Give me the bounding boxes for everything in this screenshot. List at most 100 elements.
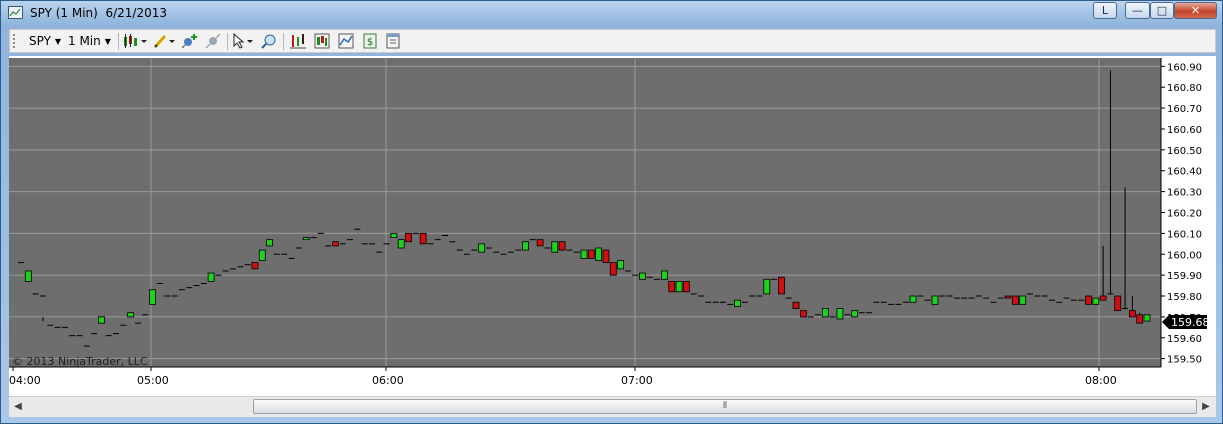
candle-body xyxy=(1004,295,1012,299)
candle-body xyxy=(522,241,529,251)
candle xyxy=(661,270,668,280)
scroll-left-arrow-icon[interactable]: ◀ xyxy=(11,400,25,414)
properties-icon[interactable] xyxy=(385,33,401,49)
toolbar-grip[interactable] xyxy=(13,34,15,48)
candle-body xyxy=(909,295,917,303)
chart-canvas[interactable]: 160.90 160.80 160.70 160.60 160.50 160.40 160.… xyxy=(9,56,1216,396)
candle xyxy=(266,239,273,247)
candle xyxy=(836,308,844,320)
candle xyxy=(909,295,917,303)
candle-body xyxy=(405,232,412,243)
candle xyxy=(536,239,544,247)
pencil-drawing-icon[interactable] xyxy=(153,33,177,49)
bar-chart-icon[interactable] xyxy=(290,33,306,49)
candle-body xyxy=(266,239,273,247)
candle-body xyxy=(1019,295,1027,305)
indicators-icon[interactable] xyxy=(338,33,354,49)
candle-body xyxy=(851,310,858,318)
link-button[interactable]: L xyxy=(1093,2,1117,19)
candle xyxy=(1011,295,1019,305)
candle-body xyxy=(149,289,157,305)
toolbar-separator xyxy=(227,33,228,50)
candle xyxy=(332,241,339,247)
chart-app-icon xyxy=(8,6,23,19)
y-tick-label: 160.80 xyxy=(1167,83,1202,94)
instrument-label: SPY xyxy=(29,34,51,48)
candle-body xyxy=(1011,295,1019,305)
pin-disabled-icon[interactable] xyxy=(205,33,221,49)
candle xyxy=(580,249,588,259)
candle xyxy=(778,276,785,295)
scroll-right-arrow-icon[interactable]: ▶ xyxy=(1199,400,1213,414)
candle xyxy=(668,280,676,293)
candle-body xyxy=(792,301,800,309)
price-chart[interactable]: 160.90 160.80 160.70 160.60 160.50 160.40 160.… xyxy=(9,56,1216,396)
candle-body xyxy=(587,249,595,259)
scroll-thumb[interactable]: ⦀ xyxy=(253,399,1197,414)
pointer-cursor-icon[interactable] xyxy=(232,32,256,49)
candle-body xyxy=(1143,314,1151,322)
title-bar[interactable]: SPY (1 Min) 6/21/2013 L — □ ✕ xyxy=(1,1,1222,25)
y-tick-label: 159.50 xyxy=(1167,355,1202,366)
candle-body xyxy=(661,270,668,280)
candle xyxy=(207,272,215,282)
candle-body xyxy=(1092,297,1100,305)
candle-body xyxy=(609,262,617,276)
candle xyxy=(734,299,741,307)
candle xyxy=(763,278,771,295)
candle xyxy=(602,249,610,264)
candle xyxy=(98,316,105,324)
y-tick-label: 159.60 xyxy=(1167,334,1202,345)
strategies-icon[interactable]: $ xyxy=(362,33,378,49)
candle-body xyxy=(251,262,259,270)
candle xyxy=(682,280,690,293)
candle xyxy=(675,280,683,293)
close-button[interactable]: ✕ xyxy=(1174,2,1217,19)
candle xyxy=(522,241,529,251)
candle xyxy=(1019,295,1027,305)
candle-body xyxy=(258,249,266,261)
y-tick-label: 160.20 xyxy=(1167,209,1202,220)
candle-body xyxy=(302,237,310,241)
maximize-button[interactable]: □ xyxy=(1150,2,1174,19)
candle-body xyxy=(763,278,771,295)
candle-body xyxy=(682,280,690,293)
toolbar-separator xyxy=(283,33,284,50)
candle xyxy=(931,295,939,305)
candle-body xyxy=(602,249,610,264)
candle xyxy=(609,262,617,276)
candle xyxy=(302,237,310,241)
candle-body xyxy=(595,247,603,261)
minimize-button[interactable]: — xyxy=(1125,2,1150,19)
y-tick-label: 159.90 xyxy=(1167,271,1202,282)
candle xyxy=(639,272,646,280)
y-tick-label: 160.30 xyxy=(1167,188,1202,199)
candle-body xyxy=(931,295,939,305)
candle-body xyxy=(478,243,486,253)
interval-dropdown[interactable]: 1 Min ▼ xyxy=(68,33,111,50)
horizontal-scrollbar[interactable]: ◀ ⦀ ▶ xyxy=(9,396,1216,417)
candle xyxy=(390,232,398,238)
candle xyxy=(595,247,603,261)
candle-body xyxy=(821,308,829,318)
candle-body xyxy=(639,272,646,280)
interval-label: 1 Min xyxy=(68,34,101,48)
last-price-marker: 159.68 xyxy=(1162,315,1210,329)
candle-body xyxy=(397,239,405,249)
candle xyxy=(792,301,800,309)
x-tick-label: 04:00 xyxy=(9,374,41,387)
zoom-icon[interactable] xyxy=(261,33,277,49)
toolbar-separator xyxy=(118,33,119,50)
instrument-dropdown[interactable]: SPY ▼ xyxy=(29,33,61,50)
data-box-icon[interactable] xyxy=(314,33,330,49)
candlestick-style-icon[interactable] xyxy=(123,33,149,49)
x-tick-label: 06:00 xyxy=(372,374,404,387)
candle xyxy=(1143,314,1151,322)
chart-toolbar: SPY ▼ 1 Min ▼ $ xyxy=(9,29,1216,53)
svg-text:$: $ xyxy=(367,37,373,48)
candle xyxy=(478,243,486,253)
candle-body xyxy=(580,249,588,259)
candle-body xyxy=(332,241,339,247)
pin-marker-icon[interactable] xyxy=(181,33,198,49)
x-tick-label: 08:00 xyxy=(1085,374,1117,387)
